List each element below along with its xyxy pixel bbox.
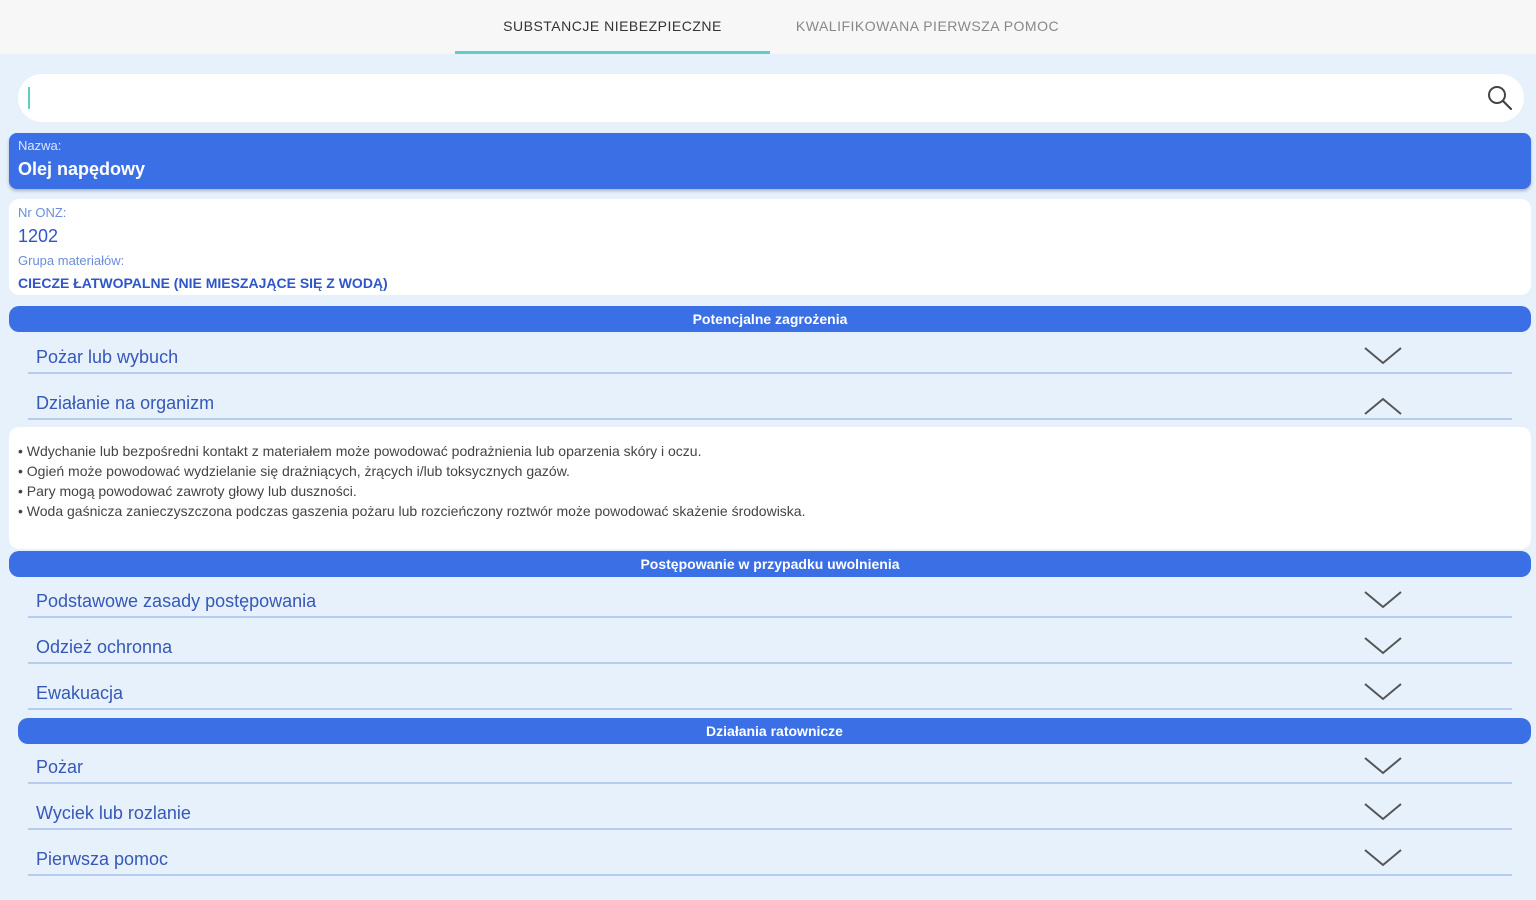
section-header-potential-hazards: Potencjalne zagrożenia bbox=[9, 306, 1531, 332]
row-label: Pierwsza pomoc bbox=[36, 849, 169, 869]
tab-hazardous-substances[interactable]: SUBSTANCJE NIEBEZPIECZNE bbox=[455, 0, 770, 54]
accordion-row-leak-spill[interactable]: Wyciek lub rozlanie bbox=[28, 792, 1512, 830]
section-header-rescue-actions: Działania ratownicze bbox=[18, 718, 1531, 744]
material-group-label: Grupa materiałów: bbox=[18, 253, 125, 268]
search-icon[interactable] bbox=[1486, 84, 1514, 112]
chevron-down-icon bbox=[1364, 591, 1402, 609]
accordion-row-evacuation[interactable]: Ewakuacja bbox=[28, 672, 1512, 710]
substance-name: Olej napędowy bbox=[18, 159, 146, 179]
details-list-item: • Pary mogą powodować zawroty głowy lub … bbox=[18, 483, 357, 499]
search-bar[interactable] bbox=[18, 74, 1524, 124]
material-group: CIECZE ŁATWOPALNE (NIE MIESZAJĄCE SIĘ Z … bbox=[18, 275, 388, 291]
accordion-row-basic-rules[interactable]: Podstawowe zasady postępowania bbox=[28, 580, 1512, 618]
accordion-row-fire[interactable]: Pożar bbox=[28, 746, 1512, 784]
tab-bar: SUBSTANCJE NIEBEZPIECZNE KWALIFIKOWANA P… bbox=[0, 0, 1536, 54]
chevron-down-icon bbox=[1364, 849, 1402, 867]
chevron-down-icon bbox=[1364, 803, 1402, 821]
row-label: Pożar lub wybuch bbox=[36, 347, 179, 367]
chevron-down-icon bbox=[1364, 757, 1402, 775]
accordion-row-protective-clothing[interactable]: Odzież ochronna bbox=[28, 626, 1512, 664]
accordion-row-first-aid[interactable]: Pierwsza pomoc bbox=[28, 838, 1512, 876]
text-caret bbox=[28, 87, 30, 109]
row-label: Podstawowe zasady postępowania bbox=[36, 591, 317, 611]
substance-name-card: Nazwa: Olej napędowy bbox=[9, 133, 1531, 189]
row-label: Pożar bbox=[36, 757, 84, 777]
search-input[interactable] bbox=[36, 74, 1480, 124]
row-label: Wyciek lub rozlanie bbox=[36, 803, 191, 823]
row-label: Ewakuacja bbox=[36, 683, 124, 703]
details-list-item: • Ogień może powodować wydzielanie się d… bbox=[18, 463, 570, 479]
un-number-label: Nr ONZ: bbox=[18, 205, 67, 220]
health-effects-details: • Wdychanie lub bezpośredni kontakt z ma… bbox=[9, 427, 1531, 549]
name-label: Nazwa: bbox=[18, 138, 62, 153]
row-label: Działanie na organizm bbox=[36, 393, 215, 413]
section-header-release-procedure: Postępowanie w przypadku uwolnienia bbox=[9, 551, 1531, 577]
un-number: 1202 bbox=[18, 226, 59, 246]
chevron-up-icon bbox=[1364, 397, 1402, 415]
chevron-down-icon bbox=[1364, 347, 1402, 365]
details-list: • Wdychanie lub bezpośredni kontakt z ma… bbox=[18, 441, 806, 521]
active-tab-indicator bbox=[455, 51, 770, 54]
accordion-row-fire-explosion[interactable]: Pożar lub wybuch bbox=[28, 336, 1512, 374]
substance-info-card: Nr ONZ: 1202 Grupa materiałów: CIECZE ŁA… bbox=[9, 199, 1531, 295]
details-list-item: • Wdychanie lub bezpośredni kontakt z ma… bbox=[18, 443, 702, 459]
tab-first-aid[interactable]: KWALIFIKOWANA PIERWSZA POMOC bbox=[770, 0, 1085, 54]
details-list-item: • Woda gaśnicza zanieczyszczona podczas … bbox=[18, 503, 806, 519]
row-label: Odzież ochronna bbox=[36, 637, 173, 657]
chevron-down-icon bbox=[1364, 637, 1402, 655]
accordion-row-health-effects[interactable]: Działanie na organizm bbox=[28, 382, 1512, 420]
chevron-down-icon bbox=[1364, 683, 1402, 701]
